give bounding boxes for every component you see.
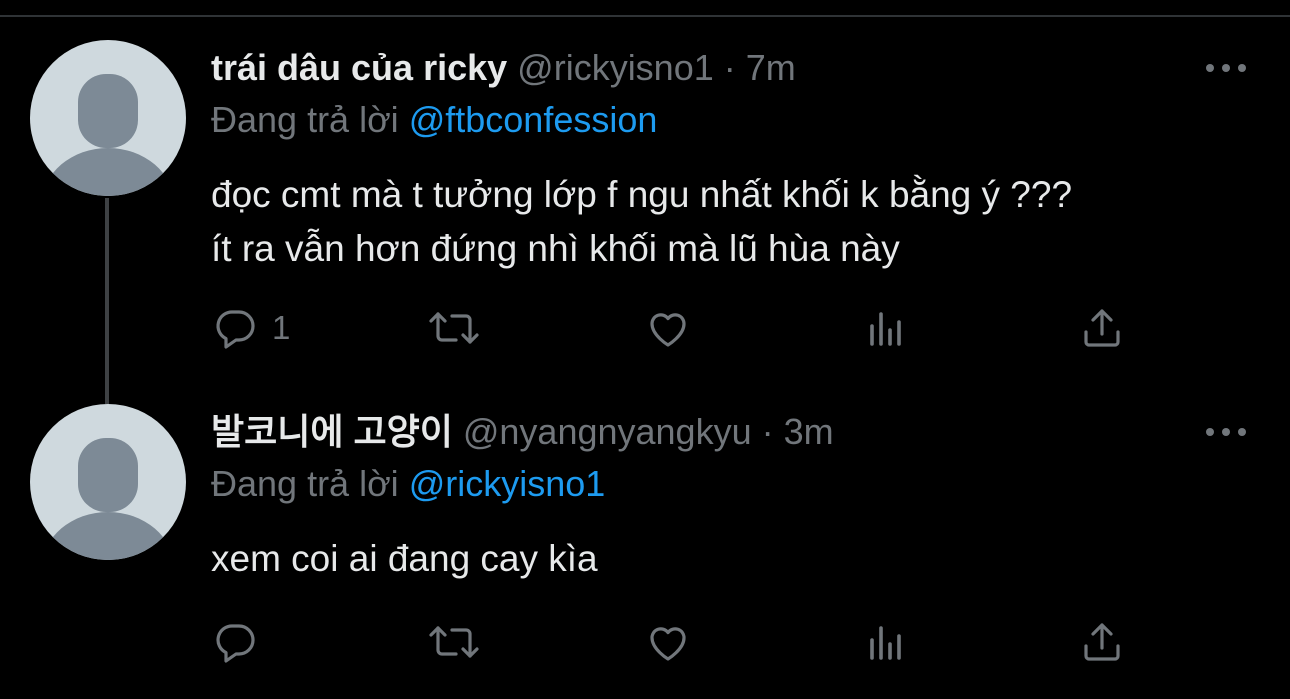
reply-button[interactable]: 1 (212, 298, 290, 358)
tweet-text-line: ít ra vẫn hơn đứng nhì khối mà lũ hùa nà… (211, 228, 900, 269)
like-icon (650, 627, 686, 661)
timestamp[interactable]: 7m (746, 47, 796, 88)
share-button[interactable] (1078, 298, 1126, 358)
reply-count: 1 (272, 309, 291, 346)
replying-to-label: Đang trả lời (211, 463, 399, 504)
separator: · (761, 411, 774, 452)
retweet-icon (429, 312, 479, 344)
display-name[interactable]: 발코니에 고양이 (211, 411, 453, 452)
reply-icon (216, 624, 255, 663)
avatar[interactable] (30, 404, 186, 560)
display-name[interactable]: trái dâu của ricky (211, 47, 507, 88)
default-avatar-icon (42, 438, 174, 560)
views-icon (870, 312, 901, 346)
replying-to: Đang trả lời @rickyisno1 (211, 462, 605, 506)
replying-to-link[interactable]: @rickyisno1 (409, 463, 606, 504)
tweet-text: xem coi ai đang cay kìa (211, 532, 1261, 586)
retweet-button[interactable] (426, 612, 482, 672)
action-bar: 1 (0, 298, 1290, 358)
reply-button[interactable] (212, 612, 272, 672)
share-button[interactable] (1078, 612, 1126, 672)
reply-icon (216, 310, 255, 349)
default-avatar-icon (42, 74, 174, 196)
replying-to-label: Đang trả lời (211, 99, 399, 140)
timestamp[interactable]: 3m (784, 411, 834, 452)
replying-to: Đang trả lời @ftbconfession (211, 98, 657, 142)
action-bar (0, 612, 1290, 672)
tweet-text-line: xem coi ai đang cay kìa (211, 538, 598, 579)
top-divider (0, 15, 1290, 17)
user-handle[interactable]: @nyangnyangkyu (463, 411, 752, 452)
views-button[interactable] (862, 612, 910, 672)
avatar[interactable] (30, 40, 186, 196)
tweet-text-line: đọc cmt mà t tưởng lớp f ngu nhất khối k… (211, 174, 1073, 215)
replying-to-link[interactable]: @ftbconfession (409, 99, 658, 140)
tweet-text: đọc cmt mà t tưởng lớp f ngu nhất khối k… (211, 168, 1261, 276)
share-icon (1084, 623, 1120, 661)
like-button[interactable] (644, 298, 692, 358)
views-button[interactable] (862, 298, 910, 358)
more-icon[interactable] (1206, 58, 1246, 78)
views-icon (870, 626, 901, 660)
tweet-header: 발코니에 고양이 @nyangnyangkyu · 3m (211, 410, 834, 454)
share-icon (1084, 309, 1120, 347)
tweet-header: trái dâu của ricky @rickyisno1 · 7m (211, 46, 796, 90)
more-icon[interactable] (1206, 422, 1246, 442)
like-button[interactable] (644, 612, 692, 672)
retweet-icon (429, 626, 479, 658)
user-handle[interactable]: @rickyisno1 (517, 47, 714, 88)
retweet-button[interactable] (426, 298, 482, 358)
like-icon (650, 313, 686, 347)
separator: · (723, 47, 736, 88)
